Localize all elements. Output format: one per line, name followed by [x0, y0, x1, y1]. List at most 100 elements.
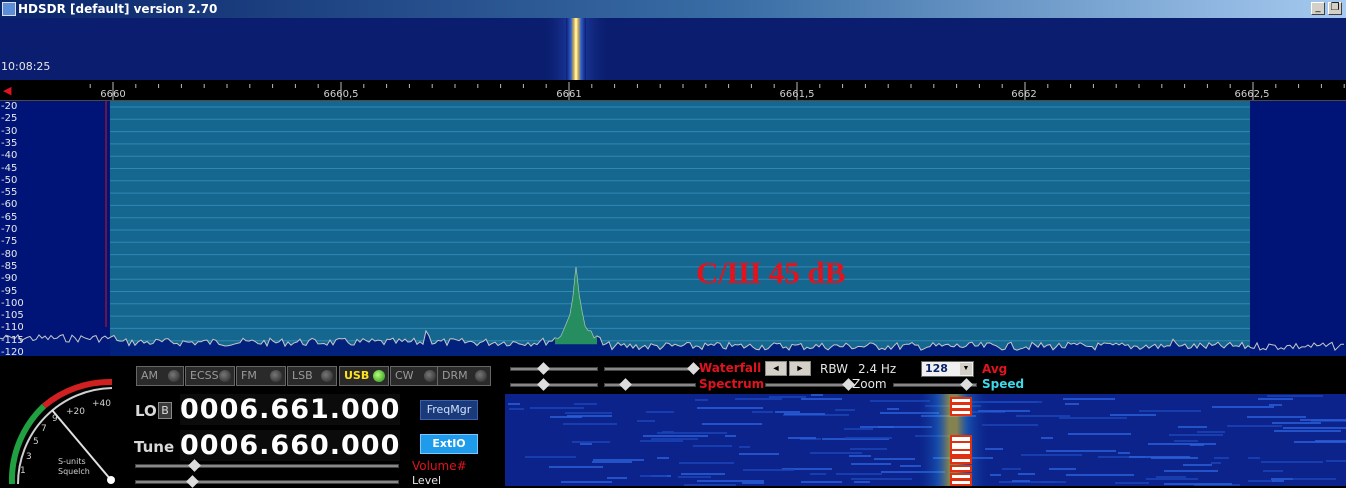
zoom-label: Zoom — [852, 377, 887, 391]
mode-label: LSB — [292, 369, 313, 382]
waterfall-right-slider[interactable] — [604, 362, 700, 375]
volume-slider[interactable] — [135, 459, 399, 472]
smeter-scale: 5 — [33, 437, 39, 447]
spectrum-display[interactable]: -20 -25 -30 -35 -40 -45 -50 -55 -60 -65 -70 -75 -80-… — [0, 101, 1346, 358]
snr-annotation: С/Ш 45 dB — [696, 255, 846, 290]
speed-label: Speed — [982, 377, 1025, 391]
db-scale-label: -105 — [1, 310, 24, 322]
smeter-label: S-units — [58, 457, 86, 466]
mode-am-button[interactable]: AM — [136, 366, 184, 386]
timestamp: 10:08:25 — [1, 60, 51, 73]
db-scale-label: -45 — [1, 162, 18, 174]
freqmgr-button[interactable]: FreqMgr — [420, 400, 478, 420]
mode-cw-button[interactable]: CW — [390, 366, 440, 386]
mode-label: USB — [344, 369, 370, 382]
fft-select[interactable]: 128 ▼ — [921, 361, 974, 377]
rbw-label: RBW — [820, 362, 849, 376]
slider-thumb[interactable] — [960, 378, 973, 391]
db-scale-label: -20 — [1, 101, 18, 112]
mode-drm-button[interactable]: DRM — [437, 366, 491, 386]
led-icon — [373, 370, 385, 382]
db-scale-label: -75 — [1, 236, 18, 248]
s-meter: 1 3 5 7 9 +20 +40 S-units Squelch — [8, 378, 115, 485]
db-scale-label: -50 — [1, 174, 18, 186]
mode-ecss-button[interactable]: ECSS — [185, 366, 235, 386]
smeter-scale: 9 — [52, 414, 58, 424]
smeter-scale: 7 — [41, 424, 47, 434]
volume-label: Volume# — [412, 459, 467, 473]
smeter-label: Squelch — [58, 467, 90, 476]
db-scale-label: -100 — [1, 297, 24, 309]
slider-thumb[interactable] — [537, 378, 550, 391]
slider-thumb[interactable] — [188, 459, 201, 472]
db-scale-label: -55 — [1, 187, 18, 199]
smeter-scale: 3 — [26, 452, 32, 462]
left-arrow-button[interactable]: ◄ — [765, 361, 787, 376]
mode-label: DRM — [442, 369, 468, 382]
app-icon[interactable] — [2, 2, 16, 16]
db-scale-label: -85 — [1, 260, 18, 272]
control-panel: 1 3 5 7 9 +20 +40 S-units Squelch AM ECS… — [0, 356, 1346, 488]
lo-label: LO — [135, 402, 157, 420]
ruler-ticks — [89, 82, 1345, 100]
db-scale-label: -25 — [1, 113, 18, 125]
lo-b-button[interactable]: B — [158, 402, 172, 419]
db-scale-label: -65 — [1, 211, 18, 223]
led-icon — [424, 370, 436, 382]
freq-label: 6662 — [1011, 89, 1037, 100]
spectrum-right-slider[interactable] — [604, 378, 696, 391]
speed-slider[interactable] — [893, 378, 977, 391]
tune-frequency-display[interactable]: 0006.660.000 — [180, 430, 401, 461]
chevron-down-icon[interactable]: ▼ — [960, 363, 972, 375]
led-icon — [475, 370, 487, 382]
db-scale-label: -115 — [1, 334, 24, 346]
window-title: HDSDR [default] version 2.70 — [18, 2, 218, 16]
db-scale-label: -70 — [1, 224, 18, 235]
avg-label: Avg — [982, 362, 1008, 376]
extio-button[interactable]: ExtIO — [420, 434, 478, 454]
minimize-button[interactable]: _ — [1311, 2, 1325, 15]
db-scale-label: -95 — [1, 285, 18, 297]
top-waterfall[interactable]: 10:08:25 — [0, 18, 1346, 80]
zoom-left-slider[interactable] — [765, 378, 855, 391]
led-icon — [270, 370, 282, 382]
db-scale-label: -60 — [1, 199, 18, 211]
restore-button[interactable]: ❐ — [1328, 2, 1342, 15]
smeter-scale: +20 — [66, 407, 85, 417]
freq-label: 6661 — [556, 89, 582, 100]
slider-thumb[interactable] — [687, 362, 700, 375]
level-label: Level — [412, 474, 442, 487]
lo-frequency-display[interactable]: 0006.661.000 — [180, 394, 401, 425]
mode-fm-button[interactable]: FM — [236, 366, 286, 386]
freq-label: 6660 — [100, 89, 126, 100]
right-arrow-button[interactable]: ► — [789, 361, 811, 376]
lower-waterfall[interactable] — [505, 394, 1346, 486]
waterfall-left-slider[interactable] — [510, 362, 598, 375]
slider-thumb[interactable] — [619, 378, 632, 391]
frequency-ruler[interactable]: ◀ 6660 6660,5 6661 6661,5 6662 6662,5 — [0, 80, 1346, 101]
rbw-value: 2.4 Hz — [858, 362, 897, 376]
smeter-scale: +40 — [92, 399, 111, 409]
db-scale-label: -35 — [1, 137, 18, 149]
mode-lsb-button[interactable]: LSB — [287, 366, 337, 386]
waterfall-label: Waterfall — [699, 361, 762, 375]
lower-waterfall-graphic — [508, 394, 1346, 486]
level-slider[interactable] — [135, 475, 399, 488]
mode-label: FM — [241, 369, 257, 382]
freq-label: 6662,5 — [1234, 89, 1270, 100]
db-scale-label: -40 — [1, 150, 18, 162]
db-scale-label: -90 — [1, 273, 18, 285]
slider-thumb[interactable] — [537, 362, 550, 375]
tune-label: Tune — [134, 438, 175, 456]
smeter-scale: 1 — [20, 466, 26, 476]
led-icon — [219, 370, 231, 382]
led-icon — [168, 370, 180, 382]
mode-usb-button[interactable]: USB — [339, 366, 389, 386]
spectrum-left-slider[interactable] — [510, 378, 598, 391]
spectrum-graphic — [0, 101, 1346, 356]
spectrum-label: Spectrum — [699, 377, 765, 391]
mode-label: AM — [141, 369, 159, 382]
top-waterfall-graphic — [540, 18, 612, 80]
mode-label: CW — [395, 369, 414, 382]
mode-label: ECSS — [190, 369, 219, 382]
